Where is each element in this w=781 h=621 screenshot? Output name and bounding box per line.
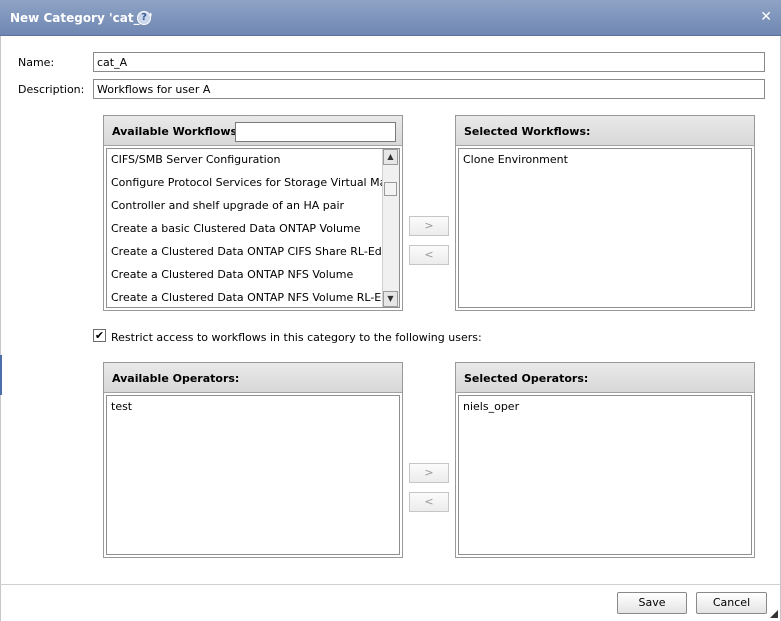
help-icon[interactable]: ? — [137, 11, 151, 25]
footer-divider — [0, 584, 781, 585]
list-item[interactable]: Create a basic Clustered Data ONTAP Volu… — [107, 217, 399, 240]
list-item[interactable]: Configure Protocol Services for Storage … — [107, 171, 399, 194]
scroll-thumb[interactable] — [384, 182, 397, 196]
restrict-access-label: Restrict access to workflows in this cat… — [111, 331, 482, 344]
selected-workflows-title: Selected Workflows: — [464, 125, 591, 138]
add-operator-button[interactable]: > — [409, 463, 449, 483]
selected-operators-panel: Selected Operators: niels_oper — [455, 362, 755, 558]
selected-operators-list[interactable]: niels_oper — [458, 395, 752, 555]
list-item[interactable]: test — [107, 396, 399, 418]
selected-workflows-header: Selected Workflows: — [456, 116, 754, 146]
name-label: Name: — [18, 56, 55, 69]
available-operators-list[interactable]: test — [106, 395, 400, 555]
available-operators-title: Available Operators: — [112, 372, 240, 385]
description-label: Description: — [18, 83, 85, 96]
cancel-button[interactable]: Cancel — [696, 592, 767, 614]
scroll-down-icon[interactable]: ▼ — [383, 291, 398, 307]
list-item[interactable]: CIFS/SMB Server Configuration — [107, 149, 399, 171]
workflows-scrollbar[interactable]: ▲ ▼ — [382, 149, 399, 307]
name-input[interactable] — [93, 52, 765, 72]
selected-workflows-panel: Selected Workflows: Clone Environment — [455, 115, 755, 311]
available-operators-panel: Available Operators: test — [103, 362, 403, 558]
dialog-left-border — [0, 36, 1, 621]
add-workflow-button[interactable]: > — [409, 216, 449, 236]
list-item[interactable]: Create a Clustered Data ONTAP NFS Volume — [107, 263, 399, 286]
close-icon[interactable]: ✕ — [760, 9, 772, 25]
save-button[interactable]: Save — [617, 592, 687, 614]
available-workflows-panel: Available Workflows: CIFS/SMB Server Con… — [103, 115, 403, 311]
description-input[interactable] — [93, 79, 765, 99]
list-item[interactable]: Create a Clustered Data ONTAP NFS Volume… — [107, 286, 399, 307]
selected-workflows-list[interactable]: Clone Environment — [458, 148, 752, 308]
list-item[interactable]: Clone Environment — [459, 149, 751, 171]
available-operators-header: Available Operators: — [104, 363, 402, 393]
remove-workflow-button[interactable]: < — [409, 245, 449, 265]
list-item[interactable]: niels_oper — [459, 396, 751, 418]
selected-operators-title: Selected Operators: — [464, 372, 589, 385]
scroll-up-icon[interactable]: ▲ — [383, 149, 398, 165]
selected-operators-header: Selected Operators: — [456, 363, 754, 393]
list-item[interactable]: Controller and shelf upgrade of an HA pa… — [107, 194, 399, 217]
list-item[interactable]: Create a Clustered Data ONTAP CIFS Share… — [107, 240, 399, 263]
workflow-filter-input[interactable] — [235, 122, 396, 142]
dialog-title: New Category 'cat_A' — [10, 11, 153, 25]
resize-grip-icon[interactable] — [770, 610, 778, 618]
remove-operator-button[interactable]: < — [409, 492, 449, 512]
restrict-access-checkbox[interactable]: ✔ — [93, 329, 106, 342]
available-workflows-title: Available Workflows: — [112, 125, 242, 138]
available-workflows-list[interactable]: CIFS/SMB Server Configuration Configure … — [106, 148, 400, 308]
background-window-edge — [0, 355, 2, 395]
dialog-titlebar: New Category 'cat_A' ? ✕ — [0, 0, 781, 36]
